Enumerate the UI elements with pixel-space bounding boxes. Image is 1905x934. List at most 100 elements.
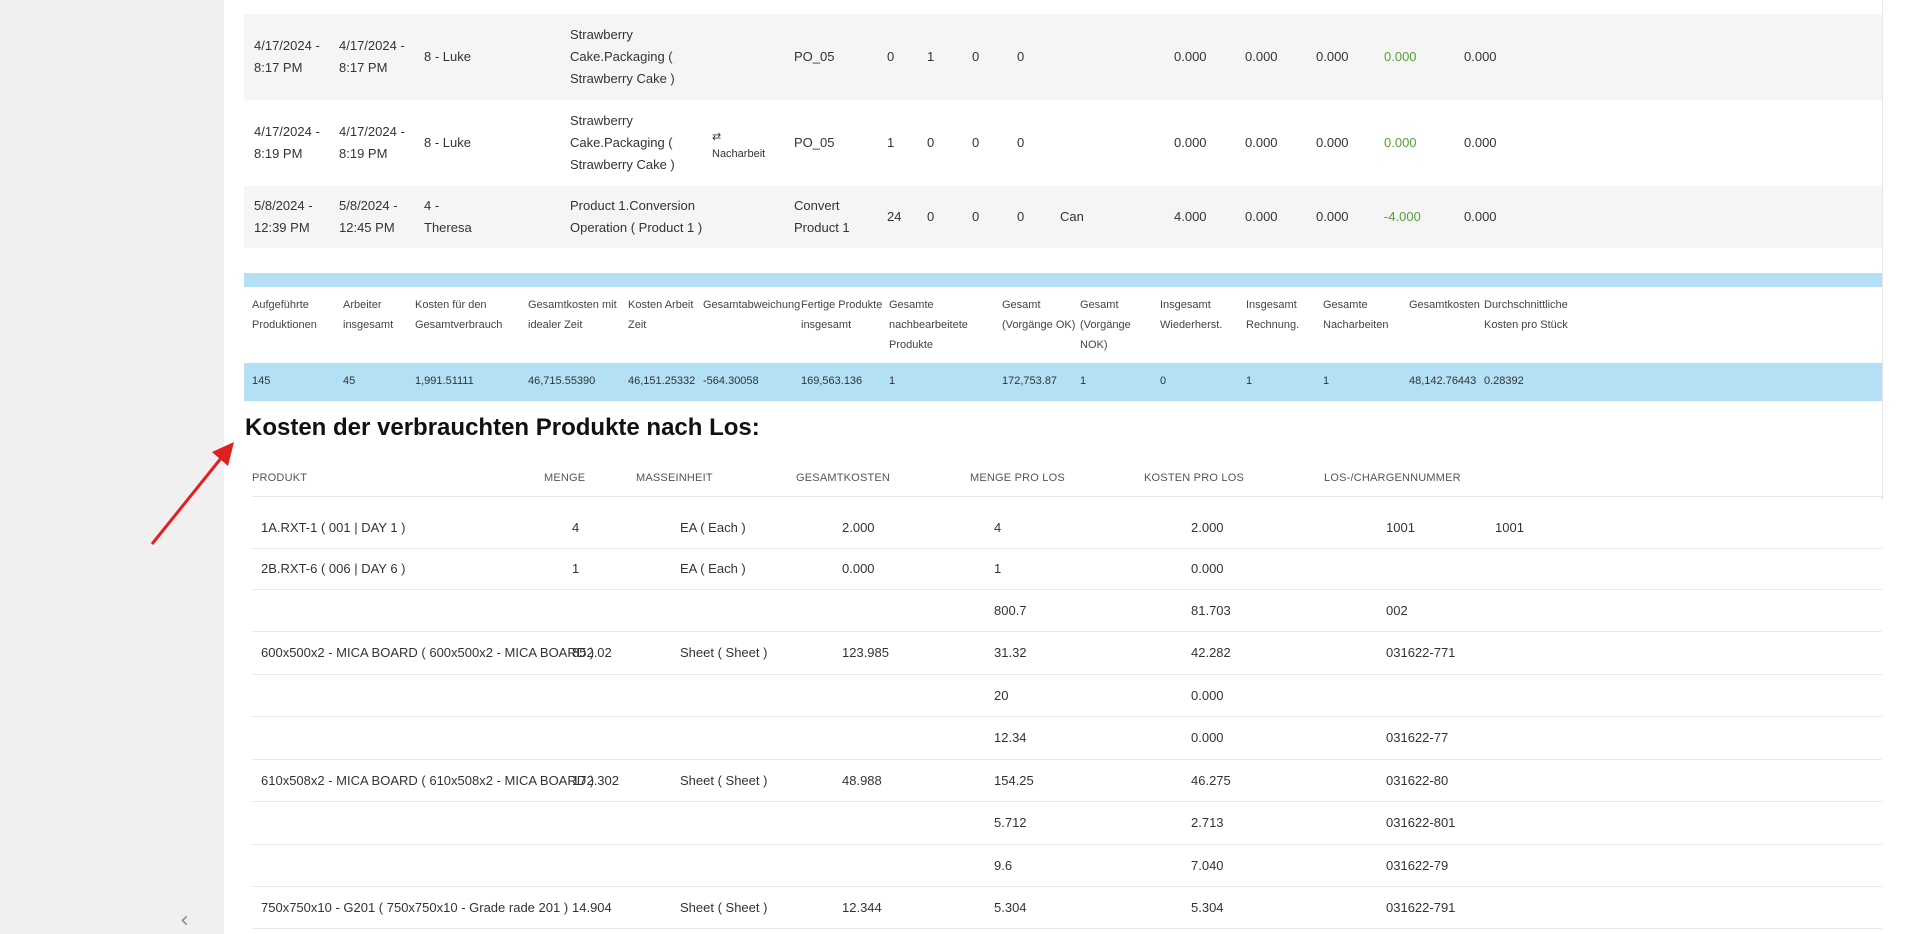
summary-value-cell: 46,715.55390 — [528, 375, 596, 387]
section-title: Kosten der verbrauchten Produkte nach Lo… — [245, 414, 760, 441]
list-item[interactable]: 750x750x10 - G201 ( 750x750x10 - Grade r… — [252, 887, 1882, 929]
list-item[interactable]: 1A.RXT-1 ( 001 | DAY 1 ) 4 EA ( Each ) 2.00… — [252, 507, 1882, 549]
cell-c1: 0.000 — [1174, 49, 1207, 64]
list-item[interactable]: 12.34 0.000 031622-77 — [252, 717, 1882, 760]
cell-c4: -4.000 — [1384, 209, 1421, 224]
table-row[interactable]: 5/8/2024 -12:39 PM 5/8/2024 -12:45 PM 4 -T… — [244, 186, 1884, 248]
lot-cell-cost: 0.000 — [1191, 730, 1224, 745]
cell-n3: 0 — [972, 49, 980, 64]
lot-cell-cost: 2.713 — [1191, 815, 1224, 830]
summary-value-cell: 0.28392 — [1484, 375, 1524, 387]
lot-cell-menge: 172.302 — [572, 773, 619, 788]
lot-cell-cost: 81.703 — [1191, 603, 1231, 618]
lot-cell-cost: 7.040 — [1191, 858, 1224, 873]
lot-cell-cost: 0.000 — [1191, 561, 1224, 576]
lot-header-cell: MENGE PRO LOS — [970, 472, 1065, 484]
vertical-scrollbar[interactable] — [1882, 0, 1905, 500]
cell-n1: 24 — [887, 209, 902, 224]
lot-cell-qty: 12.34 — [994, 730, 1027, 745]
list-item[interactable]: 20 0.000 — [252, 675, 1882, 717]
lot-cell-cost: 46.275 — [1191, 773, 1231, 788]
list-item[interactable]: 5.712 2.713 031622-801 — [252, 802, 1882, 845]
lot-header-cell: GESAMTKOSTEN — [796, 472, 891, 484]
cell-end: 4/17/2024 -8:17 PM — [339, 38, 405, 75]
summary-header-cell: Kosten für den Gesamtverbrauch — [415, 299, 503, 331]
cell-product: Strawberry Cake.Packaging (Strawberry Cak… — [570, 113, 675, 172]
lot-cell-qty: 5.304 — [994, 900, 1027, 915]
summary-header-cell: Aufgeführte Produktionen — [252, 299, 317, 331]
list-item[interactable]: 2B.RXT-6 ( 006 | DAY 6 ) 1 EA ( Each ) 0.00… — [252, 548, 1882, 590]
lot-cell-qty: 4 — [994, 520, 1002, 535]
cell-n4: 0 — [1017, 49, 1025, 64]
table-row[interactable]: 4/17/2024 -8:19 PM 4/17/2024 -8:19 PM 8 - … — [244, 100, 1884, 186]
cell-reason: Can — [1060, 209, 1084, 224]
cell-n2: 1 — [927, 49, 935, 64]
lot-header-cell: KOSTEN PRO LOS — [1144, 472, 1244, 484]
cell-c3: 0.000 — [1316, 135, 1349, 150]
cell-n2: 0 — [927, 209, 935, 224]
cell-product: Strawberry Cake.Packaging (Strawberry Cak… — [570, 27, 675, 86]
summary-value-cell: -564.30058 — [703, 375, 759, 387]
lot-cell-product: 1A.RXT-1 ( 001 | DAY 1 ) — [261, 520, 406, 535]
cell-n3: 0 — [972, 209, 980, 224]
lot-cell-cost: 5.304 — [1191, 900, 1224, 915]
lot-cell-unit: Sheet ( Sheet ) — [680, 645, 768, 660]
lot-cell-product: 750x750x10 - G201 ( 750x750x10 - Grade r… — [261, 900, 569, 915]
lot-cell-menge: 14.904 — [572, 900, 612, 915]
lot-cell-lot: 002 — [1386, 603, 1408, 618]
cell-c3: 0.000 — [1316, 209, 1349, 224]
cell-c3: 0.000 — [1316, 49, 1349, 64]
table-row[interactable]: 4/17/2024 -8:17 PM 4/17/2024 -8:17 PM 8 - … — [244, 14, 1884, 100]
lot-cell-qty: 31.32 — [994, 645, 1027, 660]
cell-start: 4/17/2024 -8:17 PM — [254, 38, 320, 75]
list-item[interactable]: 800.7 81.703 002 — [252, 590, 1882, 632]
cell-c2: 0.000 — [1245, 209, 1278, 224]
cell-c1: 4.000 — [1174, 209, 1207, 224]
summary-header: Aufgeführte Produktionen Arbeiter insgesamt… — [244, 287, 1884, 363]
list-item[interactable]: 9.6 7.040 031622-79 — [252, 845, 1882, 887]
lot-cell-product: 2B.RXT-6 ( 006 | DAY 6 ) — [261, 561, 406, 576]
summary-value-cell: 1 — [1323, 375, 1330, 387]
summary-value-cell: 1,991.51111 — [415, 375, 474, 387]
lot-cell-lot: 1001 — [1386, 520, 1415, 535]
lot-cell-menge: 1 — [572, 561, 580, 576]
repeat-icon: ⇄ — [712, 130, 722, 143]
summary-strip — [244, 273, 1884, 287]
lot-cell-extra: 1001 — [1495, 520, 1524, 535]
summary-header-cell: Gesamtkosten mit idealer Zeit — [528, 299, 617, 331]
summary-header-cell: Insgesamt Rechnung. — [1246, 299, 1300, 331]
summary-value-cell: 1 — [1246, 375, 1253, 387]
cell-start: 4/17/2024 -8:19 PM — [254, 124, 320, 161]
lot-cell-product: 610x508x2 - MICA BOARD ( 610x508x2 - MIC… — [261, 773, 595, 788]
lot-cell-unit: Sheet ( Sheet ) — [680, 900, 768, 915]
lot-cell-lot: 031622-791 — [1386, 900, 1456, 915]
cell-order: Convert Product 1 — [794, 198, 850, 235]
summary-value-cell: 145 — [252, 375, 271, 387]
lot-cell-unit: EA ( Each ) — [680, 561, 746, 576]
lot-cell-unit: Sheet ( Sheet ) — [680, 773, 768, 788]
lot-cell-cost: 42.282 — [1191, 645, 1231, 660]
lot-cell-total: 12.344 — [842, 900, 882, 915]
lot-cell-qty: 5.712 — [994, 815, 1027, 830]
cell-c4: 0.000 — [1384, 135, 1417, 150]
summary-header-cell: Insgesamt Wiederherst. — [1160, 299, 1223, 331]
summary-value-cell: 1 — [889, 375, 896, 387]
lot-cell-lot: 031622-801 — [1386, 815, 1456, 830]
cell-n1: 0 — [887, 49, 895, 64]
list-item[interactable]: 610x508x2 - MICA BOARD ( 610x508x2 - MIC… — [252, 760, 1882, 802]
list-item[interactable]: 600x500x2 - MICA BOARD ( 600x500x2 - MIC… — [252, 632, 1882, 675]
cell-worker: 4 - Theresa — [424, 198, 472, 235]
lot-cell-qty: 154.25 — [994, 773, 1034, 788]
summary-header-cell: Durchschnittliche Kosten pro Stück — [1484, 299, 1568, 331]
summary-value-cell: 46,151.25332 — [628, 375, 696, 387]
cell-c1: 0.000 — [1174, 135, 1207, 150]
lot-cell-total: 48.988 — [842, 773, 882, 788]
chevron-left-icon[interactable]: ‹ — [180, 910, 200, 932]
cell-start: 5/8/2024 -12:39 PM — [254, 198, 313, 235]
report-panel: 4/17/2024 -8:17 PM 4/17/2024 -8:17 PM 8 - … — [224, 0, 1905, 934]
lot-cell-total: 2.000 — [842, 520, 875, 535]
cell-order: PO_05 — [794, 135, 835, 150]
lot-cell-menge: 852.02 — [572, 645, 612, 660]
lot-cell-lot: 031622-77 — [1386, 730, 1449, 745]
cell-worker: 8 - Luke — [424, 135, 471, 150]
